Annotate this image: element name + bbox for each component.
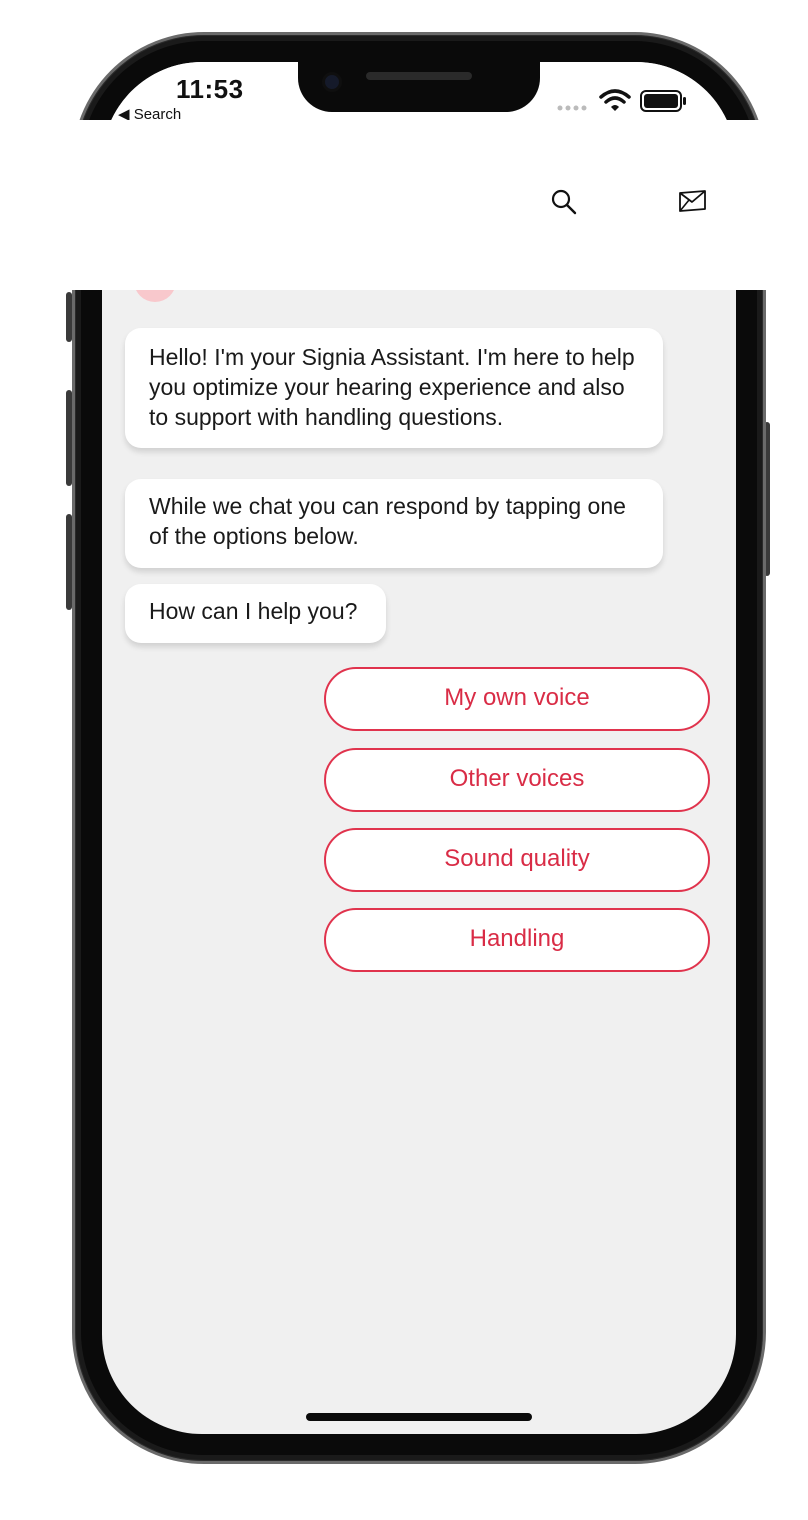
chat-message: While we chat you can respond by tapping… xyxy=(125,479,663,568)
option-my-own-voice-button[interactable]: My own voice xyxy=(324,667,710,731)
wifi-icon xyxy=(599,89,631,111)
signal-dots-icon xyxy=(557,105,587,111)
speaker-grille xyxy=(366,72,472,80)
app-header xyxy=(0,120,808,290)
option-handling-button[interactable]: Handling xyxy=(324,908,710,972)
option-sound-quality-button[interactable]: Sound quality xyxy=(324,828,710,892)
mail-icon[interactable] xyxy=(678,187,708,217)
front-camera xyxy=(322,72,342,92)
search-icon[interactable] xyxy=(550,188,578,216)
status-time: 11:53 xyxy=(176,74,244,104)
battery-icon xyxy=(640,90,686,112)
back-to-search-link[interactable]: ◀ Search xyxy=(118,106,181,120)
option-other-voices-button[interactable]: Other voices xyxy=(324,748,710,812)
chat-message: Hello! I'm your Signia Assistant. I'm he… xyxy=(125,328,663,448)
assistant-avatar-peek xyxy=(134,290,176,302)
home-indicator[interactable] xyxy=(306,1413,532,1421)
chat-message: How can I help you? xyxy=(125,584,386,643)
